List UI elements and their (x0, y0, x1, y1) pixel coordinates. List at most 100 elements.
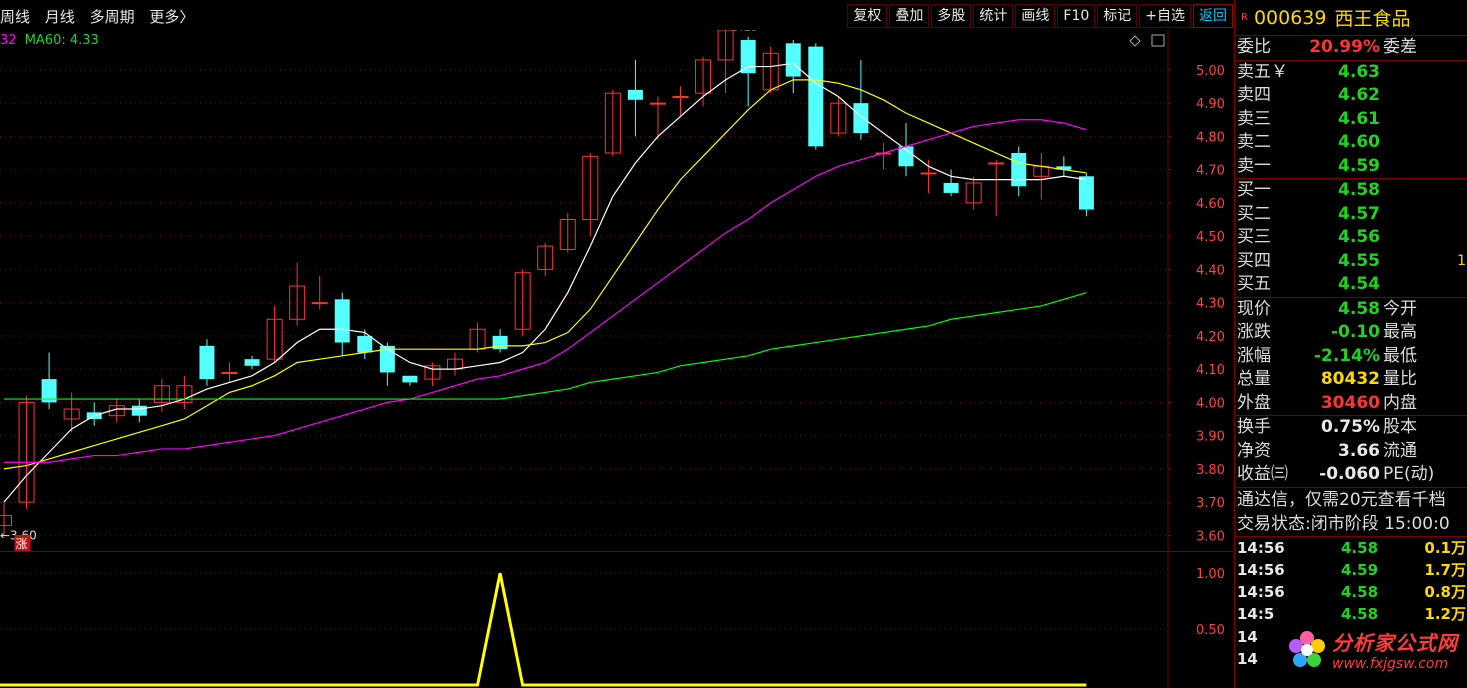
bid-row[interactable]: 买一 4.58 (1235, 179, 1467, 203)
ask-row[interactable]: 卖五￥ 4.63 (1235, 61, 1467, 85)
y-tick-label: 4.00 (1196, 396, 1225, 411)
bid-row[interactable]: 买四 4.55 1 (1235, 250, 1467, 274)
fund-label2: 流通 (1383, 440, 1417, 461)
trade-status: 交易状态:闭市阶段 15:00:0 (1237, 513, 1450, 534)
tick-price: 4.58 (1341, 605, 1379, 624)
logo-text: 分析家公式网 (1332, 631, 1458, 655)
ask-row[interactable]: 卖四 4.62 (1235, 84, 1467, 108)
candle-body (1078, 176, 1094, 210)
stock-name[interactable]: 西王食品 (1334, 4, 1410, 31)
restore-icon (1151, 34, 1165, 47)
candle-body (1011, 153, 1027, 187)
weibi-label: 委比 (1237, 37, 1271, 57)
ask-label: 卖四 (1237, 85, 1271, 105)
bid-row[interactable]: 买五 4.54 (1235, 273, 1467, 297)
bid-label: 买一 (1237, 180, 1271, 200)
ad-section: 通达信，仅需20元查看千档 交易状态:闭市阶段 15:00:0 (1235, 488, 1467, 537)
period-tabs: 周线 月线 多周期 更多〉 (0, 6, 204, 27)
ad-banner[interactable]: 通达信，仅需20元查看千档 (1235, 488, 1467, 512)
y-tick-label: 3.70 (1196, 496, 1225, 511)
chart-toolbar: 周线 月线 多周期 更多〉 复权 叠加 多股 统计 画线 F10 标记 +自选 … (0, 0, 1233, 30)
ask-price: 4.60 (1338, 132, 1380, 152)
ma-line (4, 292, 1087, 400)
tick-price: 4.58 (1341, 583, 1379, 602)
bid-price: 4.58 (1338, 180, 1380, 200)
tab-multi-period[interactable]: 多周期 (90, 8, 135, 26)
quote-label2: 量比 (1383, 369, 1417, 389)
ask-row[interactable]: 卖三 4.61 (1235, 108, 1467, 132)
y-tick-label: 3.80 (1196, 463, 1225, 478)
candle-body (0, 514, 12, 526)
quote-row: 涨幅 -2.14% 最低 (1235, 345, 1467, 369)
bid-price: 4.54 (1338, 274, 1380, 294)
tick-time: 14:56 (1237, 583, 1285, 602)
back-button[interactable]: 返回 (1193, 4, 1233, 28)
y-tick-label: 4.50 (1196, 230, 1225, 245)
fuquan-button[interactable]: 复权 (847, 4, 888, 28)
candle-body (649, 102, 666, 105)
quote-row: 外盘 30460 内盘 (1235, 392, 1467, 416)
draw-line-button[interactable]: 画线 (1015, 4, 1056, 28)
bid-label: 买二 (1237, 203, 1271, 224)
flower-logo-icon (1289, 630, 1325, 667)
add-watchlist-button[interactable]: +自选 (1139, 4, 1191, 28)
tick-row[interactable]: 14:5 4.58 1.2万 (1235, 603, 1467, 625)
tab-weekly[interactable]: 周线 (0, 8, 30, 26)
stock-code[interactable]: 000639 (1254, 7, 1327, 29)
quote-value: 4.58 (1338, 298, 1380, 319)
multi-stock-button[interactable]: 多股 (931, 4, 972, 28)
tick-row[interactable]: 14:56 4.58 0.8万 (1235, 581, 1467, 603)
quote-row: 涨跌 -0.10 最高 (1235, 321, 1467, 345)
logo-url: www.fxjgsw.com (1332, 656, 1449, 672)
quote-label2: 今开 (1383, 298, 1417, 319)
indicator-line (0, 572, 1087, 687)
candlestick-chart[interactable]: 5.00 4.90 4.80 4.70 4.60 4.50 4.40 4.30 4.20 4.10… (0, 30, 1233, 552)
ma-line (3, 62, 1087, 503)
ask-row[interactable]: 卖一 4.59 (1235, 155, 1467, 179)
y-tick-label: 4.70 (1196, 164, 1225, 179)
tick-row[interactable]: 14:56 4.59 1.7万 (1235, 559, 1467, 581)
candle-body (943, 182, 959, 193)
candle-body (199, 345, 215, 380)
quote-label: 外盘 (1237, 392, 1271, 413)
overlay-button[interactable]: 叠加 (889, 4, 930, 28)
quote-label2: 最高 (1383, 322, 1417, 342)
bid-label: 买三 (1237, 227, 1271, 247)
y-tick-label: 4.80 (1196, 130, 1225, 145)
fund-value: 0.75% (1321, 417, 1380, 437)
fund-row: 净资 3.66 流通 (1235, 440, 1467, 464)
ask-row[interactable]: 卖二 4.60 (1235, 131, 1467, 155)
indicator-chart[interactable]: 1.00 0.50 (0, 552, 1233, 688)
y-tick-label: 4.40 (1196, 263, 1225, 278)
mark-button[interactable]: 标记 (1097, 4, 1138, 28)
quote-label: 涨幅 (1237, 345, 1271, 366)
price-annotation: ←5.13 (722, 30, 759, 34)
ask-label: 卖三 (1237, 108, 1271, 129)
bid-row[interactable]: 买二 4.57 (1235, 203, 1467, 227)
bid-price: 4.56 (1338, 227, 1380, 247)
candle-body (131, 405, 147, 416)
fund-value: -0.060 (1319, 464, 1380, 484)
tick-time: 14:5 (1237, 605, 1275, 624)
candle-body (244, 359, 260, 366)
tick-time: 14:56 (1237, 538, 1285, 557)
tab-monthly[interactable]: 月线 (45, 8, 75, 26)
tab-more[interactable]: 更多〉 (149, 8, 194, 26)
tick-row[interactable]: 14:56 4.58 0.1万 (1235, 537, 1467, 559)
f10-button[interactable]: F10 (1057, 4, 1096, 28)
quote-value: 80432 (1320, 369, 1380, 389)
tool-buttons: 复权 叠加 多股 统计 画线 F10 标记 +自选 返回 (845, 4, 1233, 28)
bid-row[interactable]: 买三 4.56 (1235, 226, 1467, 250)
watermark-logo: 分析家公式网 www.fxjgsw.com (1286, 627, 1458, 672)
quote-row: 总量 80432 量比 (1235, 368, 1467, 392)
diamond-icon (1129, 35, 1141, 47)
y-tick-label: 4.10 (1196, 363, 1225, 378)
quote-label2: 最低 (1383, 345, 1417, 366)
ask-label: 卖二 (1237, 132, 1271, 152)
y-tick-label: 5.00 (1196, 64, 1225, 79)
weibi-section: 委比 20.99% 委差 (1235, 36, 1467, 61)
quote-label: 现价 (1237, 298, 1271, 319)
ask-price: 4.59 (1338, 155, 1380, 176)
stats-button[interactable]: 统计 (973, 4, 1014, 28)
fund-value: 3.66 (1338, 440, 1380, 461)
